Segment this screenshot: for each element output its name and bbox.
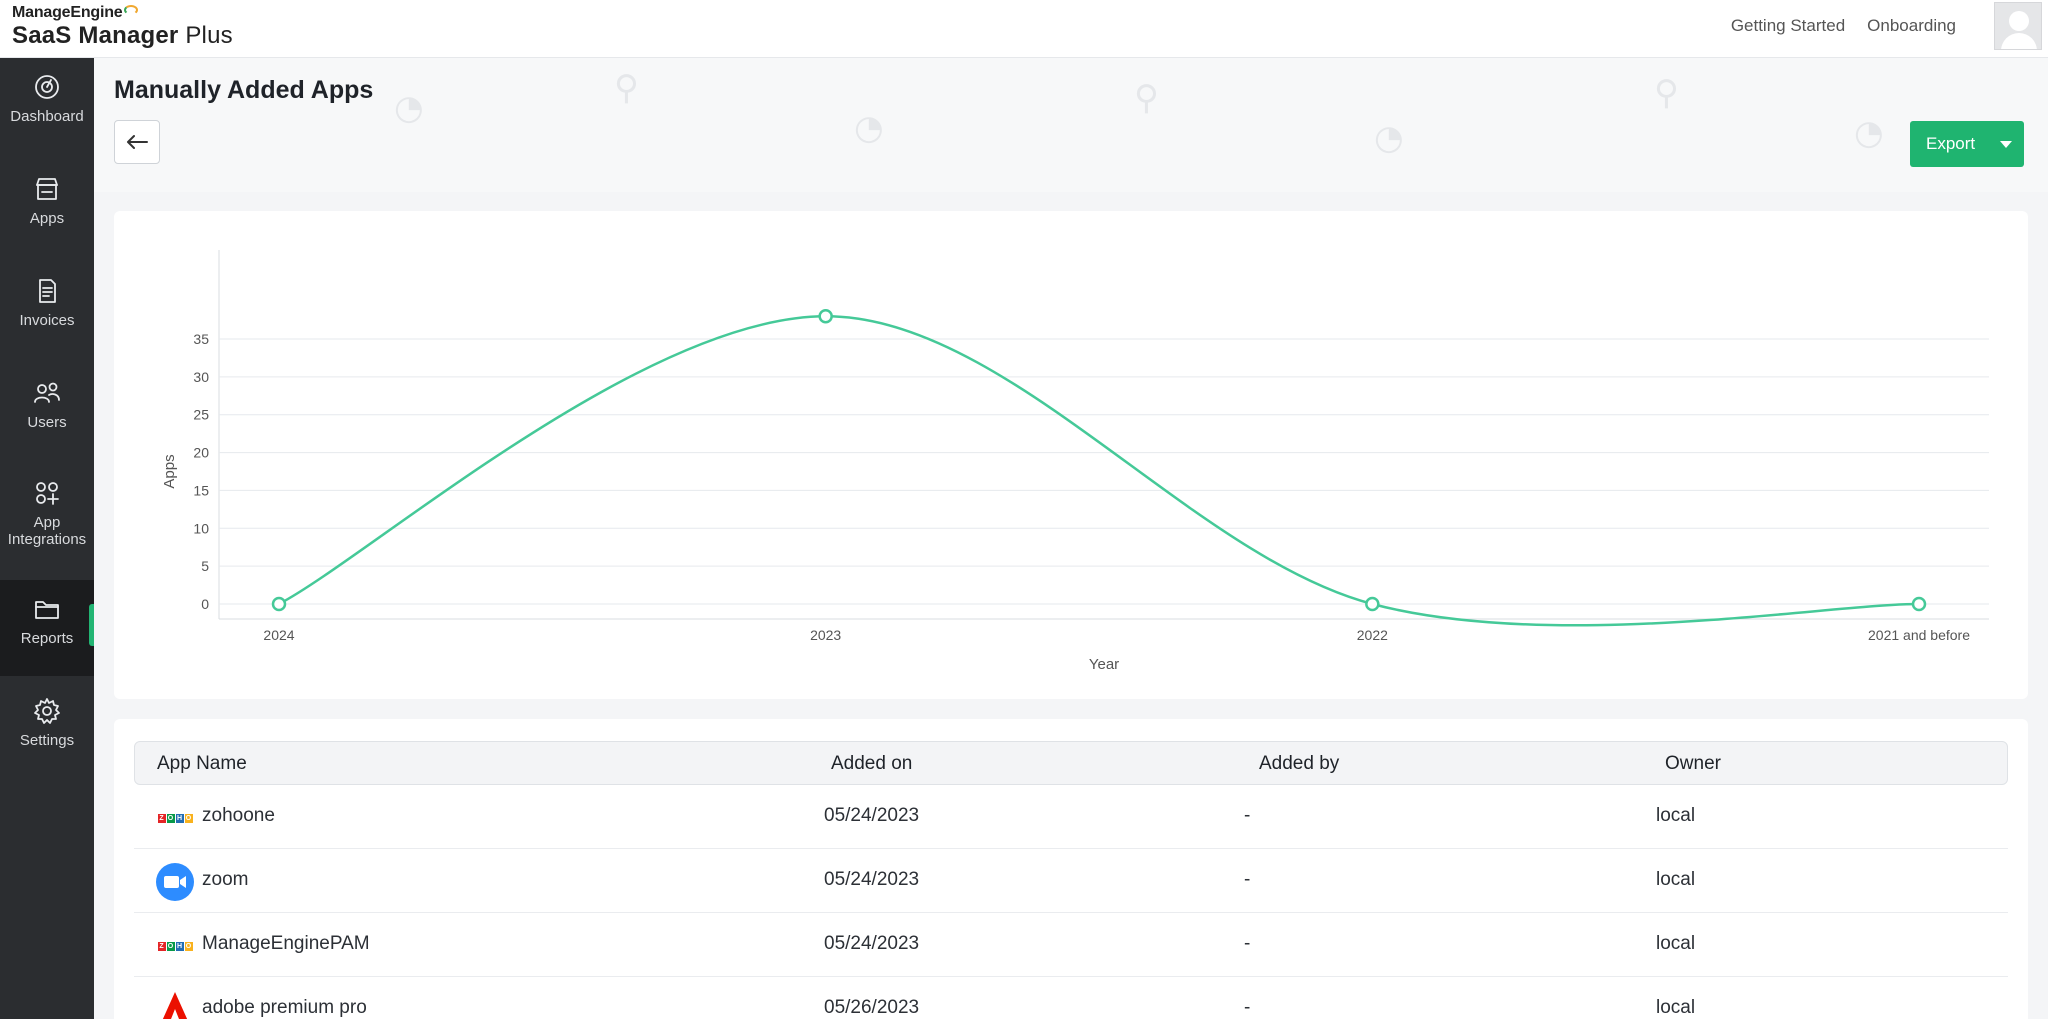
app-name[interactable]: zohoone	[202, 805, 275, 827]
store-icon	[36, 178, 58, 200]
sidebar-item-reports[interactable]: Reports	[0, 580, 94, 676]
y-axis-title: Apps	[161, 454, 178, 488]
sidebar-item-dashboard[interactable]: Dashboard	[0, 58, 94, 158]
apps-table: App Name Added on Added by Owner ZOHO zo…	[114, 719, 2028, 1019]
background-pattern: ◔	[1854, 113, 1884, 153]
sidebar-item-apps[interactable]: Apps	[0, 158, 94, 260]
brand-vendor: ManageEngine	[12, 4, 123, 21]
y-tick-label: 10	[193, 520, 209, 536]
zoom-icon	[156, 863, 194, 901]
column-header-owner[interactable]: Owner	[1665, 753, 1721, 775]
y-tick-label: 30	[193, 369, 209, 385]
invoice-icon	[39, 279, 56, 303]
table-header: App Name Added on Added by Owner	[134, 741, 2008, 785]
sidebar: Dashboard Apps Invoices Users App Integr…	[0, 58, 94, 1019]
chevron-down-icon[interactable]	[2000, 141, 2012, 148]
app-name[interactable]: adobe premium pro	[202, 997, 367, 1019]
sidebar-item-label: Reports	[20, 630, 74, 647]
back-button[interactable]	[114, 120, 160, 164]
added-by: -	[1244, 869, 1251, 890]
table-row[interactable]: ZOHO zohoone 05/24/2023 - local	[134, 785, 2008, 849]
data-point	[271, 596, 287, 612]
x-tick-label: 2022	[1357, 627, 1388, 643]
added-on: 05/24/2023	[824, 933, 920, 954]
export-button[interactable]: Export	[1910, 121, 2024, 167]
sidebar-item-label: Users	[27, 414, 67, 431]
sidebar-item-label: Dashboard	[10, 108, 84, 125]
background-pattern: ◔	[1374, 118, 1404, 158]
chart-card: 0 5 10 15 20 25 30 35 2024 2023 2022 2021 and befor…	[114, 211, 2028, 699]
background-pattern: ⚲	[1654, 73, 1679, 113]
integrations-icon	[36, 482, 59, 505]
column-header-added-on[interactable]: Added on	[831, 753, 912, 775]
background-pattern: ⚲	[1134, 78, 1159, 118]
added-by: -	[1244, 805, 1251, 826]
y-tick-label: 35	[193, 331, 209, 347]
getting-started-link[interactable]: Getting Started	[1731, 16, 1845, 36]
added-on: 05/24/2023	[824, 869, 920, 890]
sidebar-item-label: Settings	[19, 732, 75, 749]
brand-product-name: SaaS Manager	[12, 22, 179, 49]
sidebar-item-label: Apps	[29, 210, 65, 227]
brand-product-suffix: Plus	[178, 22, 233, 49]
page-header: ◔ ⚲ ◔ ⚲ ◔ ⚲ ◔ Manually Added Apps Export	[94, 58, 2048, 192]
sidebar-item-label: App Integrations	[7, 514, 87, 548]
sidebar-item-settings[interactable]: Settings	[0, 676, 94, 776]
column-header-added-by[interactable]: Added by	[1259, 753, 1339, 775]
y-tick-label: 5	[201, 558, 209, 574]
sidebar-item-users[interactable]: Users	[0, 362, 94, 462]
table-row[interactable]: ZOHO ManageEnginePAM 05/24/2023 - local	[134, 913, 2008, 977]
background-pattern: ⚲	[614, 68, 639, 108]
data-point	[1911, 596, 1927, 612]
dashboard-icon	[35, 75, 59, 99]
adobe-icon	[156, 991, 194, 1019]
onboarding-link[interactable]: Onboarding	[1867, 16, 1956, 36]
owner: local	[1656, 997, 1696, 1018]
y-tick-label: 20	[193, 445, 209, 461]
owner: local	[1656, 869, 1696, 890]
zoho-icon: ZOHO	[157, 941, 193, 951]
column-header-app-name[interactable]: App Name	[157, 753, 247, 775]
brand-swoosh-icon	[123, 5, 138, 15]
y-tick-label: 25	[193, 407, 209, 423]
app-name[interactable]: ManageEnginePAM	[202, 933, 370, 955]
export-label: Export	[1926, 134, 1976, 153]
sidebar-item-label: Invoices	[19, 312, 75, 329]
y-tick-label: 0	[201, 596, 209, 612]
background-pattern: ◔	[854, 108, 884, 148]
table-row[interactable]: adobe premium pro 05/26/2023 - local	[134, 977, 2008, 1019]
added-on: 05/26/2023	[824, 997, 920, 1018]
users-icon	[34, 382, 60, 403]
top-header: ManageEngine SaaS Manager Plus Getting S…	[0, 0, 2048, 58]
series-line	[278, 315, 1920, 627]
apps-by-year-chart: 0 5 10 15 20 25 30 35 2024 2023 2022 2021 and befor…	[161, 250, 1989, 673]
owner: local	[1656, 933, 1696, 954]
background-pattern: ◔	[394, 88, 424, 128]
sidebar-item-app-integrations[interactable]: App Integrations	[0, 462, 94, 580]
x-tick-label: 2024	[263, 627, 294, 643]
gear-icon	[34, 698, 60, 724]
sidebar-item-invoices[interactable]: Invoices	[0, 260, 94, 362]
owner: local	[1656, 805, 1696, 826]
app-name[interactable]: zoom	[202, 869, 248, 891]
user-avatar[interactable]	[1994, 2, 2042, 50]
x-tick-label: 2021 and before	[1868, 627, 1970, 643]
table-row[interactable]: zoom 05/24/2023 - local	[134, 849, 2008, 913]
added-by: -	[1244, 997, 1251, 1018]
zoho-icon: ZOHO	[157, 813, 193, 823]
data-point	[1365, 596, 1380, 612]
added-on: 05/24/2023	[824, 805, 920, 826]
x-tick-label: 2023	[810, 627, 841, 643]
data-point	[818, 309, 833, 324]
arrow-left-icon	[127, 135, 148, 149]
added-by: -	[1244, 933, 1251, 954]
active-indicator	[89, 604, 94, 646]
y-tick-label: 15	[193, 482, 209, 498]
brand-logo[interactable]: ManageEngine SaaS Manager Plus	[12, 4, 233, 50]
folder-icon	[35, 601, 59, 619]
x-axis-title: Year	[1089, 656, 1119, 673]
page-title: Manually Added Apps	[114, 76, 374, 104]
